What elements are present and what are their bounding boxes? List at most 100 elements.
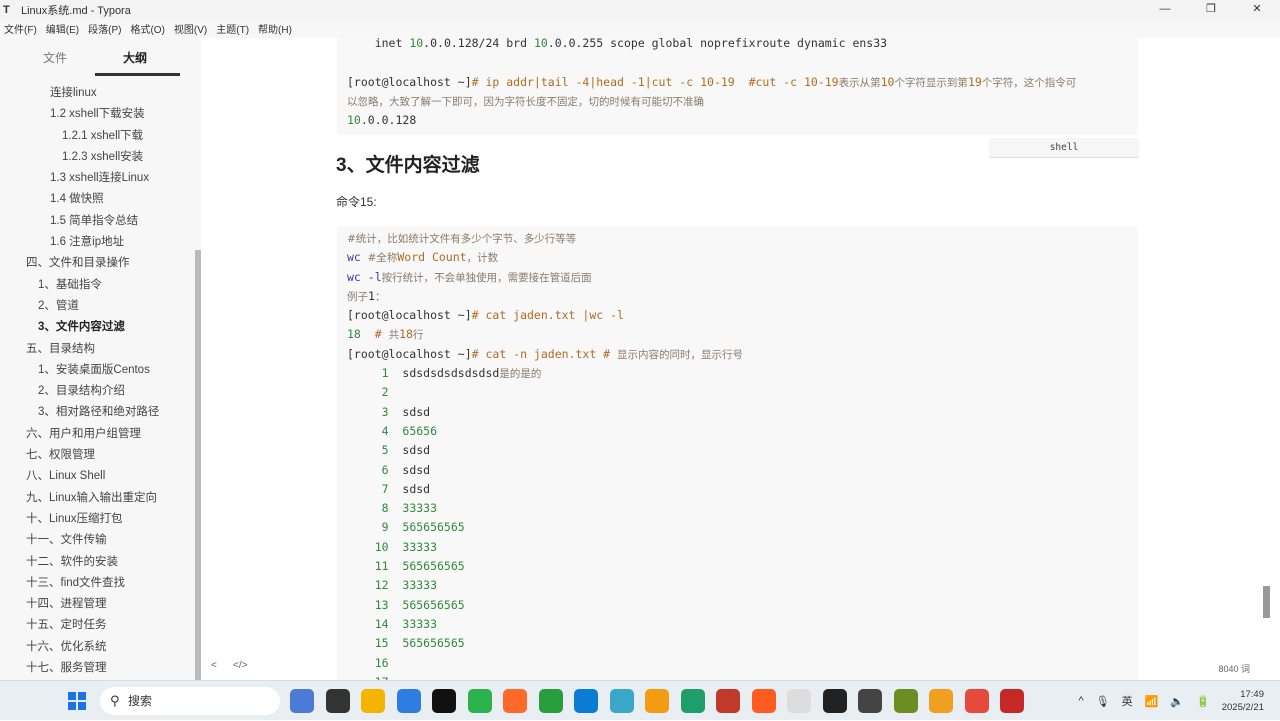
code-token: wc -l <box>347 269 382 284</box>
code-block[interactable]: inet 10.0.0.128/24 brd 10.0.0.255 scope … <box>337 38 1138 135</box>
ime-indicator[interactable]: 英 <box>1122 693 1133 709</box>
taskbar-app-icon[interactable] <box>325 689 350 713</box>
battery-icon[interactable]: 🔋 <box>1196 695 1210 708</box>
tab-outline[interactable]: 大纲 <box>95 49 180 76</box>
taskbar-app-icon[interactable] <box>1000 689 1024 713</box>
code-line: 15 565656565 <box>337 634 1138 653</box>
outline-item[interactable]: 五、目录结构 <box>0 339 195 360</box>
outline-item[interactable]: 2、管道 <box>0 296 195 317</box>
outline-item[interactable]: 连接linux <box>0 83 195 104</box>
outline-item[interactable]: 3、相对路径和绝对路径 <box>0 402 195 423</box>
outline-item[interactable]: 十四、进程管理 <box>0 594 195 615</box>
code-language-input[interactable]: shell <box>989 138 1139 158</box>
outline-item[interactable]: 十、Linux压缩打包 <box>0 509 195 530</box>
taskbar-app-icon[interactable] <box>680 689 705 713</box>
windows-start-icon[interactable] <box>68 692 86 710</box>
code-token: inet <box>347 38 410 50</box>
editor[interactable]: inet 10.0.0.128/24 brd 10.0.0.255 scope … <box>201 38 1270 680</box>
taskbar-app-icon[interactable] <box>929 689 953 713</box>
outline-item[interactable]: 九、Linux输入输出重定向 <box>0 488 195 509</box>
clock[interactable]: 17:49 2025/2/21 <box>1222 688 1264 714</box>
menu-item[interactable]: 主题(T) <box>216 21 249 36</box>
outline-item[interactable]: 1、安装桌面版Centos <box>0 360 195 381</box>
menu-item[interactable]: 格式(O) <box>130 21 164 36</box>
outline-item[interactable]: 七、权限管理 <box>0 445 195 466</box>
taskbar-app-icon[interactable] <box>574 689 598 713</box>
taskbar-app-icon[interactable] <box>503 689 527 713</box>
outline-item[interactable]: 1.2.3 xshell安装 <box>0 147 195 168</box>
outline-list: 连接linux 1.2 xshell下载安装 1.2.1 xshell下载 1.2.3… <box>0 83 195 679</box>
toggle-sidebar-button[interactable]: < <box>211 660 217 671</box>
taskbar-app-icon[interactable] <box>893 689 918 713</box>
code-token: #统计，比如统计文件有多少个字节、多少行等等 <box>347 233 577 245</box>
taskbar-app-icon[interactable] <box>858 689 882 713</box>
outline-item[interactable]: 六、用户和用户组管理 <box>0 424 195 445</box>
code-token: 7 <box>347 481 403 496</box>
code-token: 565656565 <box>402 559 465 574</box>
volume-icon[interactable]: 🔈 <box>1170 695 1184 708</box>
taskbar-app-icon[interactable] <box>290 689 314 713</box>
outline-item[interactable]: 1、基础指令 <box>0 275 195 296</box>
editor-scrollbar[interactable] <box>1263 586 1270 618</box>
code-token: sdsd <box>402 462 431 477</box>
taskbar-app-icon[interactable] <box>361 689 385 713</box>
code-line: 14 33333 <box>337 615 1138 634</box>
code-token: 显示内容的同时，显示行号 <box>617 348 744 361</box>
taskbar-app-icon[interactable] <box>432 689 456 713</box>
taskbar-app-icon[interactable] <box>964 689 989 713</box>
code-token: 19 <box>967 74 982 89</box>
code-token: 14 <box>347 616 403 631</box>
microphone-icon[interactable]: 🎙 <box>1096 695 1110 708</box>
word-count[interactable]: 8040 词 <box>1218 662 1250 675</box>
maximize-button[interactable]: ❐ <box>1188 0 1234 19</box>
outline-item[interactable]: 1.2 xshell下载安装 <box>0 104 195 125</box>
code-token: # cat jaden.txt |wc -l <box>471 308 624 323</box>
taskbar-app-icon[interactable] <box>751 689 776 713</box>
code-token: sdsd <box>402 443 431 458</box>
code-token: wc <box>347 250 361 265</box>
outline-item[interactable]: 2、目录结构介绍 <box>0 381 195 402</box>
outline-item[interactable]: 十一、文件传输 <box>0 530 195 551</box>
tab-files[interactable]: 文件 <box>0 49 110 66</box>
menu-item[interactable]: 帮助(H) <box>258 21 292 36</box>
close-button[interactable]: ✕ <box>1234 0 1280 19</box>
wifi-icon[interactable]: 📶 <box>1145 695 1159 708</box>
code-token: # cat -n jaden.txt # <box>471 346 618 361</box>
taskbar-app-icon[interactable] <box>787 689 811 713</box>
outline-item[interactable]: 1.6 注意ip地址 <box>0 232 195 253</box>
outline-item[interactable]: 四、文件和目录操作 <box>0 253 195 274</box>
code-line: 18 # 共18行 <box>337 325 1138 344</box>
section-heading: 3、文件内容过滤 <box>336 155 480 176</box>
taskbar-search[interactable]: ⚲ 搜索 <box>100 687 280 715</box>
outline-item[interactable]: 1.5 简单指令总结 <box>0 211 195 232</box>
outline-item[interactable]: 1.4 做快照 <box>0 189 195 210</box>
menu-item[interactable]: 文件(F) <box>4 21 37 36</box>
taskbar-app-icon[interactable] <box>645 689 669 713</box>
taskbar-app-icon[interactable] <box>467 689 492 713</box>
system-tray: ^ 🎙 英 📶 🔈 🔋 17:49 2025/2/21 <box>1078 681 1280 721</box>
taskbar-app-icon[interactable] <box>396 689 421 713</box>
outline-item[interactable]: 八、Linux Shell <box>0 466 195 487</box>
code-line: 7 sdsd <box>337 480 1138 499</box>
outline-item[interactable]: 十七、服务管理 <box>0 658 195 679</box>
minimize-button[interactable]: — <box>1142 0 1188 19</box>
menu-item[interactable]: 段落(P) <box>88 21 121 36</box>
outline-item[interactable]: 十六、优化系统 <box>0 637 195 658</box>
outline-item[interactable]: 1.3 xshell连接Linux <box>0 168 195 189</box>
chevron-up-icon[interactable]: ^ <box>1078 695 1083 707</box>
outline-item[interactable]: 十二、软件的安装 <box>0 552 195 573</box>
taskbar-app-icon[interactable] <box>822 689 847 713</box>
outline-item[interactable]: 3、文件内容过滤 <box>0 317 195 338</box>
code-block[interactable]: #统计，比如统计文件有多少个字节、多少行等等 wc #全称Word Count，计… <box>337 226 1138 680</box>
outline-item[interactable]: 1.2.1 xshell下载 <box>0 126 195 147</box>
code-line: 9 565656565 <box>337 518 1138 537</box>
taskbar-app-icon[interactable] <box>538 689 563 713</box>
outline-item[interactable]: 十三、find文件查找 <box>0 573 195 594</box>
source-mode-button[interactable]: </> <box>233 660 247 671</box>
menu-item[interactable]: 编辑(E) <box>46 21 79 36</box>
outline-item[interactable]: 十五、定时任务 <box>0 615 195 636</box>
taskbar-app-icon[interactable] <box>609 689 634 713</box>
menu-item[interactable]: 视图(V) <box>174 21 207 36</box>
code-token: ： <box>374 290 386 303</box>
taskbar-app-icon[interactable] <box>716 689 740 713</box>
